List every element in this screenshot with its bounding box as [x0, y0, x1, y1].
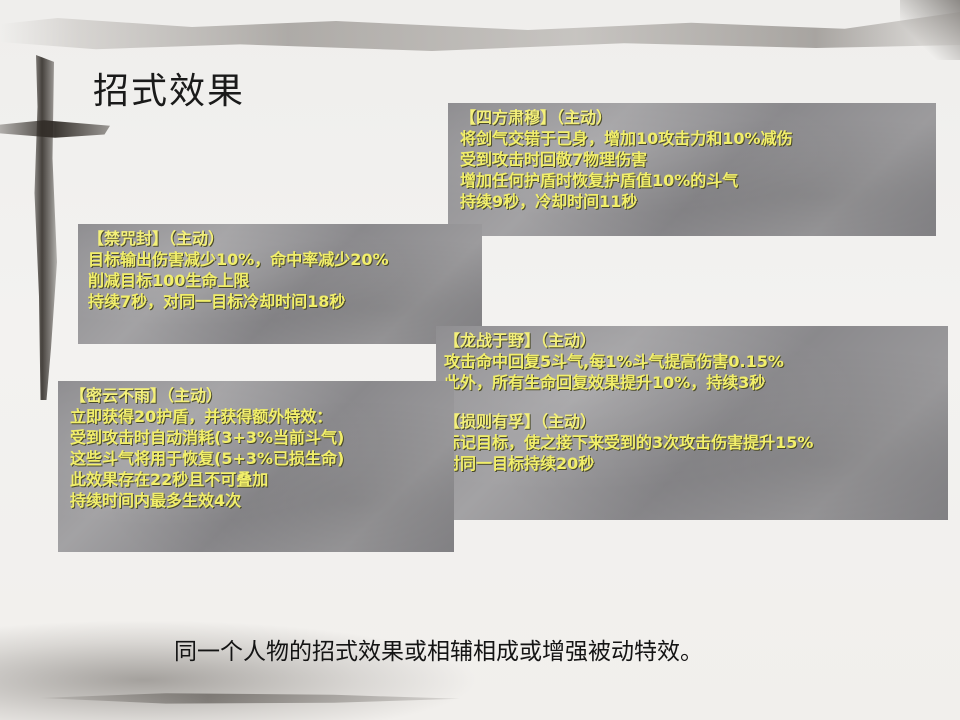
slide-caption: 同一个人物的招式效果或相辅相成或增强被动特效。	[174, 639, 703, 665]
skill-effect-line: 攻击命中回复5斗气,每1%斗气提高伤害0.15%	[444, 352, 784, 371]
skill-heading: 【四方肃穆】（主动）	[460, 108, 613, 127]
brush-stroke-top	[0, 12, 960, 51]
skill-effect-line: 目标输出伤害减少10%，命中率减少20%	[88, 250, 389, 269]
skill-panel-jinzhou-feng: 【禁咒封】（主动） 目标输出伤害减少10%，命中率减少20% 削减目标100生命…	[78, 224, 482, 344]
skill-panel-sifang-sumu: 【四方肃穆】（主动） 将剑气交错于己身，增加10攻击力和10%减伤 受到攻击时回…	[448, 103, 936, 236]
skill-effect-line: 受到攻击时回敬7物理伤害	[460, 150, 648, 169]
skill-heading: 【密云不雨】（主动）	[70, 386, 223, 405]
corner-shadow	[900, 0, 960, 60]
skill-effect-line: 立即获得20护盾，并获得额外特效：	[70, 407, 333, 426]
skill-effect-line: 增加任何护盾时恢复护盾值10%的斗气	[460, 171, 739, 190]
skill-effect-line: 这些斗气将用于恢复(5+3%已损生命)	[70, 449, 345, 468]
skill-heading: 【龙战于野】（主动）	[444, 331, 597, 350]
skill-effect-line: 受到攻击时自动消耗(3+3%当前斗气)	[70, 428, 345, 447]
skill-effect-line: 持续7秒，对同一目标冷却时间18秒	[88, 292, 346, 311]
brush-stroke-vertical	[34, 55, 57, 400]
skill-effect-line: 将剑气交错于己身，增加10攻击力和10%减伤	[460, 129, 793, 148]
slide: 招式效果 【四方肃穆】（主动） 将剑气交错于己身，增加10攻击力和10%减伤 受…	[0, 0, 960, 720]
skill-heading: 【损则有孚】（主动）	[444, 412, 597, 431]
skill-effect-line: 持续时间内最多生效4次	[70, 491, 242, 510]
skill-panel-miyun-buyu: 【密云不雨】（主动） 立即获得20护盾，并获得额外特效： 受到攻击时自动消耗(3…	[58, 381, 454, 552]
skill-effect-line: 削减目标100生命上限	[88, 271, 250, 290]
skill-effect-line: 标记目标，使之接下来受到的3次攻击伤害提升15%	[444, 433, 814, 452]
skill-heading: 【禁咒封】（主动）	[88, 229, 225, 248]
skill-panel-longzhan-sunze: 【龙战于野】（主动） 攻击命中回复5斗气,每1%斗气提高伤害0.15% 此外，所…	[436, 326, 948, 520]
skill-effect-line: 对同一目标持续20秒	[444, 454, 595, 473]
slide-title: 招式效果	[93, 71, 246, 112]
skill-effect-line: 此效果存在22秒且不可叠加	[70, 470, 269, 489]
skill-effect-line: 持续9秒，冷却时间11秒	[460, 192, 638, 211]
brush-stroke-horizontal	[0, 120, 110, 138]
skill-effect-line: 此外，所有生命回复效果提升10%，持续3秒	[444, 373, 766, 392]
